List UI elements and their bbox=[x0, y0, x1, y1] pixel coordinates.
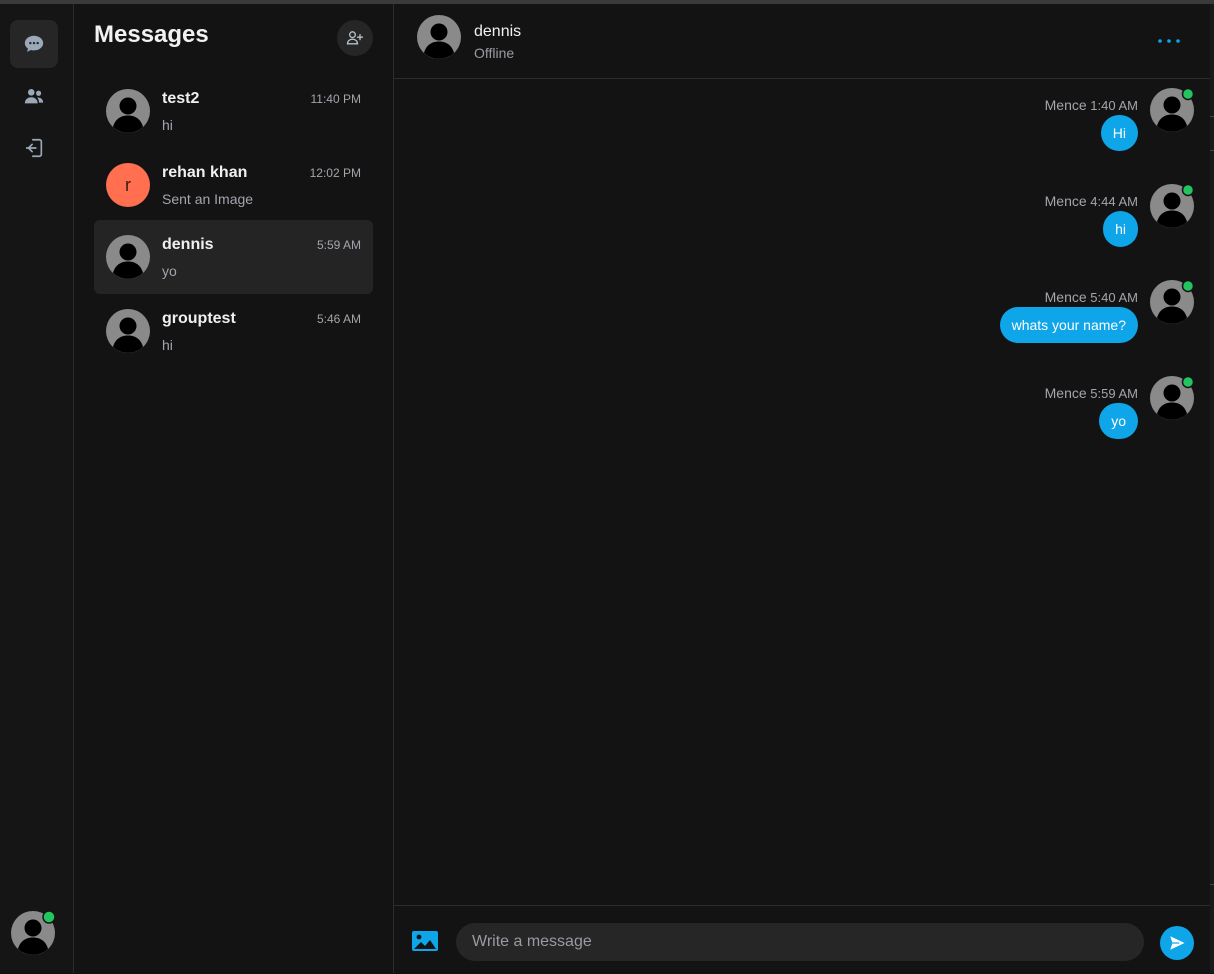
chat-header: dennis Offline bbox=[394, 4, 1210, 79]
conversation-list-panel: Messages test2 11:40 PM hi r rehan khan … bbox=[74, 4, 394, 973]
message-time: 5:40 AM bbox=[1090, 290, 1138, 305]
message-bubble: Hi bbox=[1100, 115, 1138, 151]
nav-logout-button[interactable] bbox=[10, 124, 58, 172]
send-icon bbox=[1170, 936, 1185, 950]
nav-rail bbox=[0, 4, 74, 973]
message-bubble: hi bbox=[1103, 211, 1138, 247]
conversation-time: 12:02 PM bbox=[309, 166, 361, 180]
more-options-button[interactable] bbox=[1154, 30, 1184, 52]
conversation-preview: hi bbox=[162, 117, 173, 133]
add-user-icon bbox=[346, 31, 364, 45]
message-meta: Mence 1:40 AM bbox=[1045, 97, 1138, 113]
conversation-item-active[interactable]: dennis 5:59 AM yo bbox=[94, 220, 373, 294]
message-author: Mence bbox=[1044, 289, 1087, 305]
message-meta: Mence 5:59 AM bbox=[1045, 385, 1138, 401]
conversation-item[interactable]: test2 11:40 PM hi bbox=[94, 74, 373, 148]
conversation-name: dennis bbox=[162, 236, 214, 253]
current-user-avatar[interactable] bbox=[11, 910, 56, 955]
users-icon bbox=[24, 89, 44, 104]
chat-contact-status: Offline bbox=[474, 45, 515, 61]
message-author: Mence bbox=[1044, 193, 1087, 209]
sender-avatar bbox=[1150, 183, 1195, 228]
add-contact-button[interactable] bbox=[337, 20, 373, 56]
sender-avatar bbox=[1150, 279, 1195, 324]
message-time: 1:40 AM bbox=[1090, 98, 1138, 113]
conversation-time: 5:46 AM bbox=[316, 312, 361, 326]
chat-contact-avatar[interactable] bbox=[417, 15, 461, 59]
message-composer bbox=[394, 905, 1210, 974]
message-input[interactable] bbox=[456, 923, 1144, 961]
conversation-preview: hi bbox=[162, 337, 173, 353]
message-item: Mence 4:44 AM hi bbox=[394, 183, 1210, 273]
avatar-letter: r bbox=[125, 174, 131, 195]
conversation-time: 11:40 PM bbox=[310, 92, 361, 106]
message-time: 4:44 AM bbox=[1090, 194, 1138, 209]
contact-avatar: r bbox=[106, 163, 150, 207]
conversation-item[interactable]: r rehan khan 12:02 PM Sent an Image bbox=[94, 148, 373, 222]
page-title: Messages bbox=[94, 21, 209, 48]
logout-icon bbox=[25, 138, 43, 158]
chat-contact-name: dennis bbox=[474, 23, 522, 40]
message-time: 5:59 AM bbox=[1090, 386, 1138, 401]
message-item: Mence 5:40 AM whats your name? bbox=[394, 279, 1210, 369]
window-edge bbox=[1210, 4, 1214, 973]
conversation-preview: Sent an Image bbox=[162, 191, 254, 207]
message-bubble: yo bbox=[1099, 403, 1138, 439]
contact-avatar bbox=[106, 309, 150, 353]
more-horizontal-icon bbox=[1158, 39, 1180, 43]
message-author: Mence bbox=[1044, 97, 1087, 113]
conversation-time: 5:59 AM bbox=[316, 238, 361, 252]
message-meta: Mence 5:40 AM bbox=[1045, 289, 1138, 305]
message-item: Mence 1:40 AM Hi bbox=[394, 87, 1210, 177]
chat-panel: dennis Offline Mence 1:40 AM Hi Mence 4:… bbox=[394, 4, 1210, 973]
message-author: Mence bbox=[1044, 385, 1087, 401]
conversation-name: grouptest bbox=[162, 310, 236, 327]
chat-bubble-icon bbox=[24, 35, 44, 52]
image-icon bbox=[412, 931, 438, 951]
nav-contacts-button[interactable] bbox=[10, 72, 58, 120]
sender-avatar bbox=[1150, 87, 1195, 132]
conversation-name: test2 bbox=[162, 90, 200, 107]
nav-chats-button[interactable] bbox=[10, 20, 58, 68]
message-item: Mence 5:59 AM yo bbox=[394, 375, 1210, 465]
message-bubble: whats your name? bbox=[999, 307, 1138, 343]
contact-avatar bbox=[106, 89, 150, 133]
conversation-item[interactable]: grouptest 5:46 AM hi bbox=[94, 294, 373, 368]
send-button[interactable] bbox=[1160, 926, 1194, 960]
contact-avatar bbox=[106, 235, 150, 279]
sender-avatar bbox=[1150, 375, 1195, 420]
online-indicator bbox=[42, 910, 56, 924]
conversation-preview: yo bbox=[162, 263, 177, 279]
message-meta: Mence 4:44 AM bbox=[1045, 193, 1138, 209]
conversation-name: rehan khan bbox=[162, 164, 248, 181]
attach-image-button[interactable] bbox=[410, 928, 440, 954]
